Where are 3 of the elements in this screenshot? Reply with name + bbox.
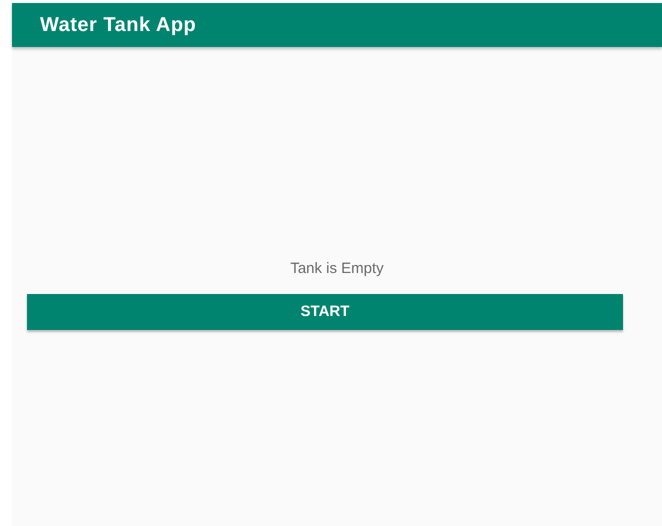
- start-button[interactable]: START: [27, 294, 623, 330]
- status-text: Tank is Empty: [290, 260, 384, 278]
- app-title: Water Tank App: [40, 13, 196, 38]
